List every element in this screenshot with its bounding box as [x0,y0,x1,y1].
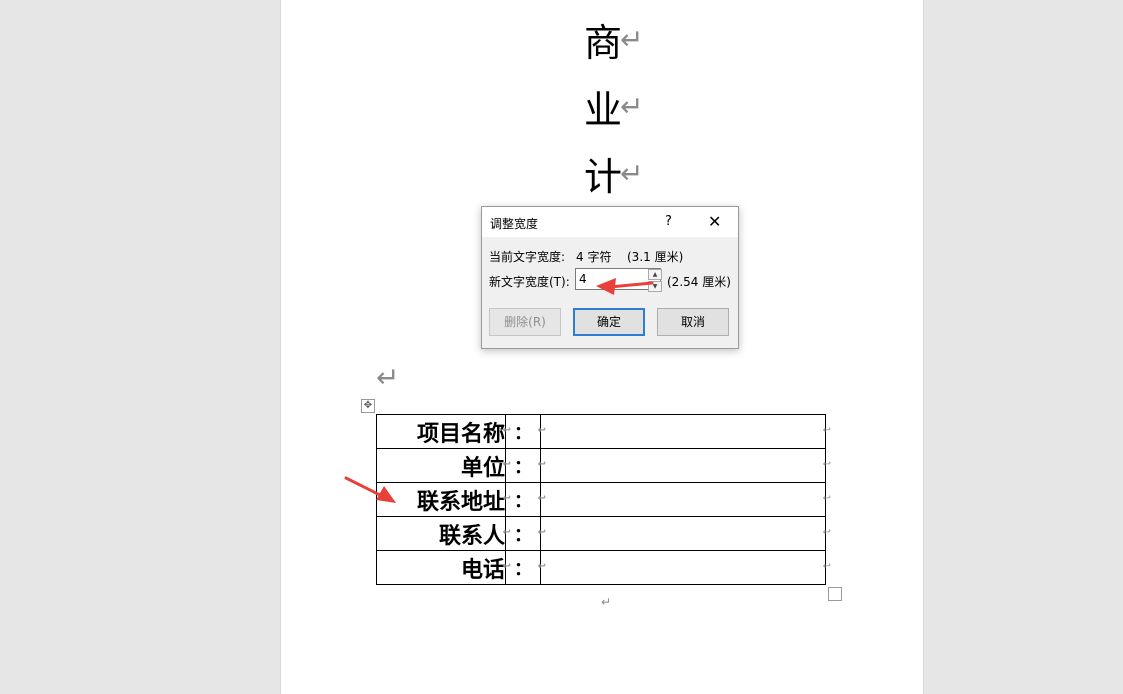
cell-end-mark: ↩ [822,493,831,504]
spin-up-icon[interactable]: ▲ [648,269,662,280]
row-label: 单位 [460,455,505,481]
colon-cell[interactable]: ： ↩ [505,482,546,517]
paragraph-mark: ↵ [620,23,644,56]
title-char-3: 计 [584,155,623,199]
row-label: 项目名称 [416,421,505,447]
current-width-row: 当前文字宽度: 4 字符 (3.1 厘米) [489,248,683,265]
spin-down-icon[interactable]: ▼ [648,281,662,292]
info-table: 项目名称 ↩ ： ↩ ↩ 单位 ↩ ： ↩ ↩ 联系地址 ↩ ： ↩ ↩ 联系人 ↩ ： ↩ ↩… [376,414,831,585]
colon-cell[interactable]: ： ↩ [505,550,546,585]
row-label: 联系地址 [416,489,505,515]
table-move-handle[interactable]: ✥ [361,399,375,413]
cancel-button[interactable]: 取消 [657,308,729,336]
paragraph-mark: ↵ [620,90,644,123]
new-width-label: 新文字宽度(T): [489,275,570,289]
row-label: 联系人 [438,523,505,549]
colon-cell[interactable]: ： ↩ [505,414,546,449]
title-char-1: 商 [584,21,623,65]
ok-button[interactable]: 确定 [573,308,645,336]
help-button[interactable]: ? [665,214,672,229]
title-char-2: 业 [584,88,623,132]
row-label-cell[interactable]: 项目名称 ↩ [376,414,511,449]
table-row: 单位 ↩ ： ↩ ↩ [376,448,831,483]
row-label: 电话 [460,557,505,583]
paragraph-mark: ↵ [620,157,644,190]
value-cell[interactable]: ↩ [540,550,831,585]
value-cell[interactable]: ↩ [540,516,831,551]
cell-end-mark: ↩ [822,425,831,436]
delete-button[interactable]: 删除(R) [489,308,561,336]
colon-text: ： [514,524,532,546]
cell-end-mark: ↩ [822,527,831,538]
table-row: 联系人 ↩ ： ↩ ↩ [376,516,831,551]
table-row: 联系地址 ↩ ： ↩ ↩ [376,482,831,517]
new-width-cm: (2.54 厘米) [667,275,731,289]
colon-text: ： [514,558,532,580]
row-label-cell[interactable]: 单位 ↩ [376,448,511,483]
value-cell[interactable]: ↩ [540,482,831,517]
current-width-chars: 4 字符 [576,250,612,264]
dialog-title-bar[interactable]: 调整宽度 ? ✕ [482,207,738,237]
close-icon[interactable]: ✕ [708,212,721,231]
colon-text: ： [514,490,532,512]
paragraph-mark: ↵ [601,595,612,609]
adjust-width-dialog: 调整宽度 ? ✕ 当前文字宽度: 4 字符 (3.1 厘米) 新文字宽度(T):… [481,206,739,349]
cell-end-mark: ↩ [822,459,831,470]
row-label-cell[interactable]: 联系地址 ↩ [376,482,511,517]
table-row: 项目名称 ↩ ： ↩ ↩ [376,414,831,449]
colon-cell[interactable]: ： ↩ [505,448,546,483]
current-width-label: 当前文字宽度: [489,250,566,264]
cell-end-mark: ↩ [822,561,831,572]
table-resize-handle[interactable] [828,587,842,601]
colon-cell[interactable]: ： ↩ [505,516,546,551]
row-label-cell[interactable]: 电话 ↩ [376,550,511,585]
colon-text: ： [514,422,532,444]
table-row: 电话 ↩ ： ↩ ↩ [376,550,831,585]
current-width-cm: (3.1 厘米) [627,250,684,264]
value-cell[interactable]: ↩ [540,448,831,483]
value-cell[interactable]: ↩ [540,414,831,449]
row-label-cell[interactable]: 联系人 ↩ [376,516,511,551]
dialog-title: 调整宽度 [490,217,539,231]
colon-text: ： [514,456,532,478]
width-spinner[interactable]: ▲ ▼ [648,269,662,292]
paragraph-mark: ↵ [376,361,400,394]
